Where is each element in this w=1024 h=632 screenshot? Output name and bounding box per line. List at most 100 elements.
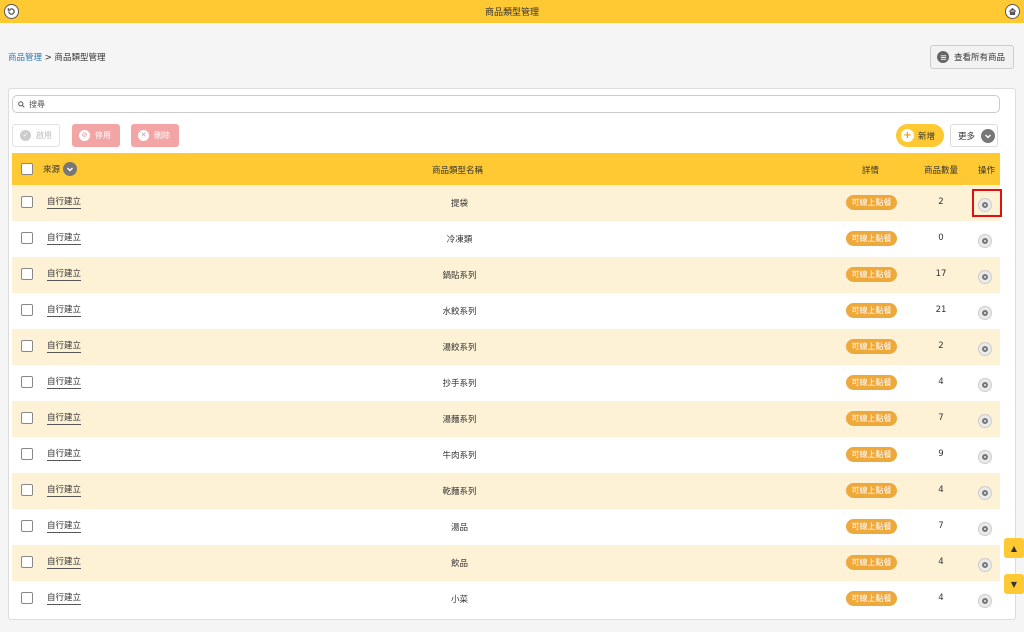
row-product-count: 4 bbox=[938, 593, 944, 603]
online-order-badge: 可線上點餐 bbox=[846, 375, 897, 390]
row-checkbox[interactable] bbox=[21, 448, 33, 460]
row-product-count: 2 bbox=[938, 197, 944, 207]
table-header: 來源 商品類型名稱 詳情 商品數量 操作 bbox=[12, 153, 1000, 185]
row-checkbox[interactable] bbox=[21, 376, 33, 388]
view-all-products-button[interactable]: 查看所有商品 bbox=[930, 45, 1014, 69]
row-product-count: 2 bbox=[938, 341, 944, 351]
settings-icon[interactable] bbox=[978, 234, 992, 248]
add-button[interactable]: + 新增 bbox=[896, 124, 944, 147]
row-source-link[interactable]: 自行建立 bbox=[47, 305, 82, 317]
settings-icon[interactable] bbox=[978, 306, 992, 320]
row-product-count: 7 bbox=[938, 521, 944, 531]
row-checkbox[interactable] bbox=[21, 484, 33, 496]
table-row[interactable]: 自行建立 乾麵系列 可線上點餐 4 bbox=[12, 473, 1000, 509]
delete-button[interactable]: ✕ 刪除 bbox=[131, 124, 179, 147]
online-order-badge: 可線上點餐 bbox=[846, 483, 897, 498]
row-product-count: 0 bbox=[938, 233, 944, 243]
row-type-name: 水餃系列 bbox=[442, 307, 477, 317]
close-icon: ✕ bbox=[138, 130, 149, 141]
settings-icon[interactable] bbox=[978, 342, 992, 356]
online-order-badge: 可線上點餐 bbox=[846, 231, 897, 246]
row-source-link[interactable]: 自行建立 bbox=[47, 449, 82, 461]
row-type-name: 牛肉系列 bbox=[442, 451, 477, 461]
table-row[interactable]: 自行建立 飲品 可線上點餐 4 bbox=[12, 545, 1000, 581]
row-source-link[interactable]: 自行建立 bbox=[47, 485, 82, 497]
table-row[interactable]: 自行建立 鍋貼系列 可線上點餐 17 bbox=[12, 257, 1000, 293]
count-column-header: 商品數量 bbox=[924, 166, 959, 176]
table-row[interactable]: 自行建立 湯品 可線上點餐 7 bbox=[12, 509, 1000, 545]
search-placeholder: 搜尋 bbox=[29, 99, 45, 109]
chevron-down-icon[interactable] bbox=[63, 162, 78, 176]
settings-icon[interactable] bbox=[978, 378, 992, 392]
settings-icon[interactable] bbox=[978, 486, 992, 500]
row-checkbox[interactable] bbox=[21, 232, 33, 244]
row-checkbox[interactable] bbox=[21, 196, 33, 208]
table-row[interactable]: 自行建立 湯麵系列 可線上點餐 7 bbox=[12, 401, 1000, 437]
table-row[interactable]: 自行建立 牛肉系列 可線上點餐 9 bbox=[12, 437, 1000, 473]
search-icon bbox=[18, 100, 25, 108]
row-checkbox[interactable] bbox=[21, 556, 33, 568]
settings-icon[interactable] bbox=[978, 522, 992, 536]
row-source-link[interactable]: 自行建立 bbox=[47, 197, 82, 209]
row-source-link[interactable]: 自行建立 bbox=[47, 269, 82, 281]
settings-icon[interactable] bbox=[978, 450, 992, 464]
settings-icon[interactable] bbox=[978, 414, 992, 428]
scroll-up-button[interactable]: ▲ bbox=[1004, 538, 1024, 558]
row-checkbox[interactable] bbox=[21, 592, 33, 604]
row-source-link[interactable]: 自行建立 bbox=[47, 521, 82, 533]
settings-icon[interactable] bbox=[978, 558, 992, 572]
row-product-count: 17 bbox=[935, 269, 947, 279]
table-row[interactable]: 自行建立 水餃系列 可線上點餐 21 bbox=[12, 293, 1000, 329]
settings-icon[interactable] bbox=[978, 594, 992, 608]
breadcrumb-separator: > bbox=[44, 53, 52, 63]
more-label: 更多 bbox=[958, 131, 976, 142]
row-type-name: 乾麵系列 bbox=[442, 487, 477, 497]
row-checkbox[interactable] bbox=[21, 340, 33, 352]
more-button[interactable]: 更多 bbox=[950, 124, 998, 147]
top-bar: 商品類型管理 bbox=[0, 0, 1024, 23]
row-type-name: 湯麵系列 bbox=[442, 415, 477, 425]
enable-button[interactable]: ✓ 啟用 bbox=[12, 124, 60, 147]
row-product-count: 7 bbox=[938, 413, 944, 423]
add-label: 新增 bbox=[918, 131, 936, 142]
row-product-count: 21 bbox=[935, 305, 947, 315]
row-checkbox[interactable] bbox=[21, 268, 33, 280]
online-order-badge: 可線上點餐 bbox=[846, 195, 897, 210]
row-type-name: 冷凍類 bbox=[446, 235, 473, 245]
settings-icon[interactable] bbox=[978, 270, 992, 284]
row-checkbox[interactable] bbox=[21, 520, 33, 532]
row-type-name: 小菜 bbox=[450, 595, 468, 605]
search-input[interactable]: 搜尋 bbox=[12, 95, 1000, 113]
source-column-header[interactable]: 來源 bbox=[43, 162, 78, 176]
disable-label: 停用 bbox=[95, 131, 111, 140]
row-source-link[interactable]: 自行建立 bbox=[47, 341, 82, 353]
row-type-name: 湯餃系列 bbox=[442, 343, 477, 353]
row-source-link[interactable]: 自行建立 bbox=[47, 413, 82, 425]
scroll-down-button[interactable]: ▼ bbox=[1004, 574, 1024, 594]
table-row[interactable]: 自行建立 冷凍類 可線上點餐 0 bbox=[12, 221, 1000, 257]
select-all-checkbox[interactable] bbox=[21, 163, 33, 175]
online-order-badge: 可線上點餐 bbox=[846, 591, 897, 606]
online-order-badge: 可線上點餐 bbox=[846, 447, 897, 462]
table-row[interactable]: 自行建立 小菜 可線上點餐 4 bbox=[12, 581, 1000, 617]
row-type-name: 鍋貼系列 bbox=[442, 271, 477, 281]
row-product-count: 4 bbox=[938, 557, 944, 567]
home-icon[interactable] bbox=[1005, 4, 1020, 19]
plus-icon: + bbox=[901, 129, 914, 142]
breadcrumb-parent-link[interactable]: 商品管理 bbox=[8, 53, 42, 63]
table-row[interactable]: 自行建立 抄手系列 可線上點餐 4 bbox=[12, 365, 1000, 401]
row-source-link[interactable]: 自行建立 bbox=[47, 593, 82, 605]
row-source-link[interactable]: 自行建立 bbox=[47, 233, 82, 245]
row-checkbox[interactable] bbox=[21, 304, 33, 316]
online-order-badge: 可線上點餐 bbox=[846, 303, 897, 318]
row-source-link[interactable]: 自行建立 bbox=[47, 557, 82, 569]
back-icon[interactable] bbox=[4, 4, 19, 19]
row-product-count: 4 bbox=[938, 377, 944, 387]
disable-button[interactable]: ⊘ 停用 bbox=[72, 124, 120, 147]
row-source-link[interactable]: 自行建立 bbox=[47, 377, 82, 389]
name-column-header: 商品類型名稱 bbox=[432, 166, 484, 176]
ban-icon: ⊘ bbox=[79, 130, 90, 141]
row-checkbox[interactable] bbox=[21, 412, 33, 424]
table-row[interactable]: 自行建立 提袋 可線上點餐 2 bbox=[12, 185, 1002, 221]
table-row[interactable]: 自行建立 湯餃系列 可線上點餐 2 bbox=[12, 329, 1000, 365]
